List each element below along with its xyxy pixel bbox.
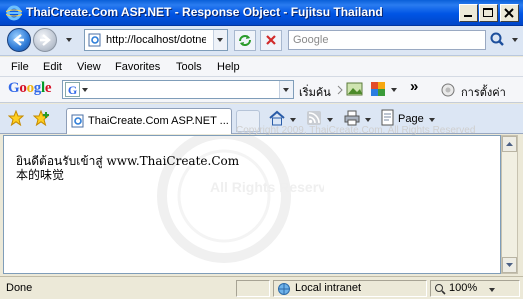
menu-favorites[interactable]: Favorites: [115, 61, 160, 73]
intranet-icon: [278, 283, 290, 295]
status-cell: [236, 280, 270, 297]
menu-bar: File Edit View Favorites Tools Help: [0, 57, 523, 77]
maximize-button[interactable]: [479, 4, 498, 22]
forward-button[interactable]: [33, 28, 57, 52]
search-input[interactable]: Google: [288, 30, 486, 50]
zoom-control[interactable]: 100%: [430, 280, 520, 297]
close-button[interactable]: [500, 4, 519, 22]
zoom-dropdown[interactable]: [489, 288, 495, 292]
google-search-field[interactable]: G: [62, 80, 294, 99]
recent-pages-dropdown[interactable]: [66, 38, 72, 42]
address-dropdown[interactable]: [213, 30, 227, 50]
copyright-text: Copyright 2009, ThaiCreate.Com. All Righ…: [236, 125, 476, 136]
vertical-scrollbar[interactable]: [501, 135, 518, 274]
page-dropdown[interactable]: [429, 118, 435, 122]
picture-icon[interactable]: [346, 81, 364, 97]
refresh-icon: [239, 35, 251, 46]
toolbar-dropdown[interactable]: [391, 88, 397, 92]
google-search-button[interactable]: เริ่มค้น: [299, 83, 331, 101]
status-text: Done: [6, 282, 33, 294]
menu-file[interactable]: File: [11, 61, 29, 73]
google-logo: Google: [8, 80, 52, 96]
zone-cell: Local intranet: [273, 280, 427, 297]
page-icon: [88, 33, 101, 47]
page-menu-button[interactable]: Page: [398, 113, 424, 125]
google-toolbar: Google G เริ่มค้น » การตั้งค่า: [0, 77, 523, 103]
search-options-dropdown[interactable]: [512, 38, 518, 42]
chinese-text: 本的味觉: [16, 168, 65, 182]
window-title: ThaiCreate.Com ASP.NET - Response Object…: [26, 5, 383, 19]
add-favorite-icon[interactable]: [33, 110, 51, 126]
status-bar: Done Local intranet 100%: [0, 276, 523, 299]
back-button[interactable]: [7, 28, 31, 52]
menu-edit[interactable]: Edit: [43, 61, 62, 73]
watermark-text: All Rights Reserved: [210, 179, 324, 195]
page-content: All Rights Reserved ยินดีต้อนรับเข้าสู่ …: [3, 135, 501, 274]
minimize-button[interactable]: [459, 4, 478, 22]
settings-button[interactable]: การตั้งค่า: [461, 83, 506, 101]
search-placeholder: Google: [293, 34, 329, 46]
search-button[interactable]: [487, 30, 509, 50]
settings-icon[interactable]: [440, 82, 456, 98]
feeds-dropdown[interactable]: [327, 118, 333, 122]
stop-button[interactable]: [260, 30, 282, 51]
zone-text: Local intranet: [295, 282, 362, 294]
ie-logo-icon: [6, 5, 22, 21]
puzzle-icon[interactable]: [369, 80, 387, 98]
more-chevron-icon[interactable]: »: [410, 78, 418, 95]
stop-icon: [266, 35, 276, 45]
print-dropdown[interactable]: [365, 118, 371, 122]
feeds-icon[interactable]: [306, 110, 322, 126]
tab-active[interactable]: ThaiCreate.Com ASP.NET ...: [66, 108, 232, 134]
address-toolbar: http://localhost/dotne Google: [0, 26, 523, 56]
menu-view[interactable]: View: [77, 61, 101, 73]
scroll-down-button[interactable]: [502, 257, 517, 273]
separator-icon: [337, 85, 343, 95]
scroll-up-button[interactable]: [502, 136, 517, 152]
zoom-level: 100%: [449, 282, 478, 294]
refresh-button[interactable]: [234, 30, 256, 51]
address-url: http://localhost/dotne: [106, 34, 206, 46]
home-dropdown[interactable]: [290, 118, 296, 122]
google-g-icon: G: [65, 82, 80, 97]
menu-tools[interactable]: Tools: [176, 61, 202, 73]
address-field[interactable]: http://localhost/dotne: [84, 29, 228, 51]
zoom-icon: [435, 284, 446, 295]
tab-title: ThaiCreate.Com ASP.NET ...: [88, 115, 229, 127]
google-search-dropdown[interactable]: [279, 81, 293, 98]
tab-page-icon: [71, 114, 84, 128]
title-bar[interactable]: ThaiCreate.Com ASP.NET - Response Object…: [0, 0, 523, 26]
search-icon: [490, 32, 504, 46]
favorites-star-icon[interactable]: [8, 110, 24, 126]
menu-help[interactable]: Help: [217, 61, 240, 73]
